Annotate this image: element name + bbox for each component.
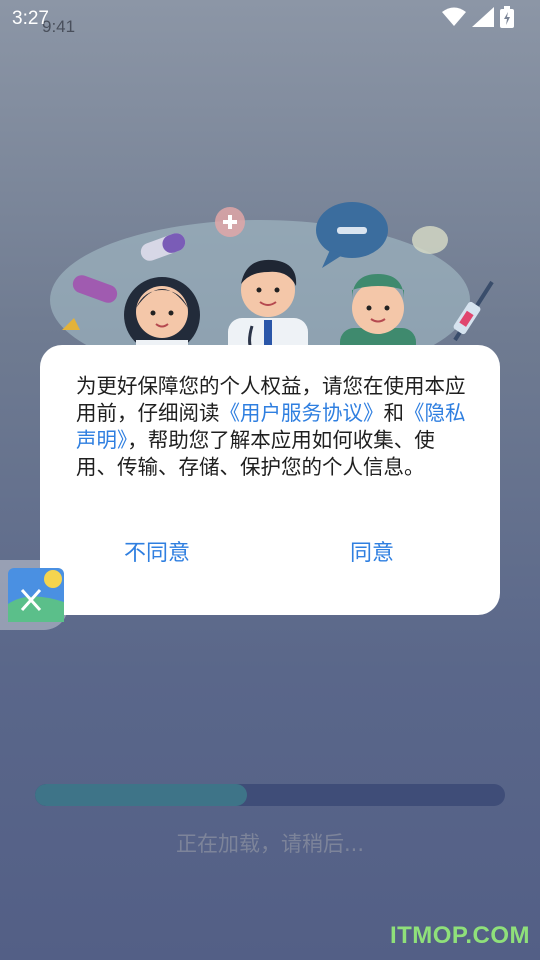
agree-button[interactable]: 同意 [350,535,394,567]
loading-progress-bar [35,784,505,806]
wifi-icon [442,7,466,26]
user-service-agreement-link[interactable]: 《用户服务协议》 [220,401,384,425]
signal-icon [472,7,494,27]
gallery-app-icon [8,568,64,622]
floating-app-widget[interactable] [0,560,68,630]
status-bar: 9:41 3:27 [0,0,540,40]
status-icons [442,6,514,28]
loading-progress-fill [35,784,247,806]
privacy-dialog: 为更好保障您的个人权益，请您在使用本应用前，仔细阅读《用户服务协议》和《隐私声明… [40,345,500,615]
battery-charging-icon [500,6,514,28]
medical-illustration [40,190,510,380]
status-time: 3:27 [12,8,49,29]
message-text-and: 和 [383,401,405,425]
disagree-button[interactable]: 不同意 [124,535,190,567]
message-text-outro: ，帮助您了解本应用如何收集、使用、传输、存储、保护您的个人信息。 [76,428,435,479]
privacy-message: 为更好保障您的个人权益，请您在使用本应用前，仔细阅读《用户服务协议》和《隐私声明… [76,373,466,481]
watermark: ITMOP.COM [389,922,530,949]
loading-text: 正在加载，请稍后... [175,832,365,856]
